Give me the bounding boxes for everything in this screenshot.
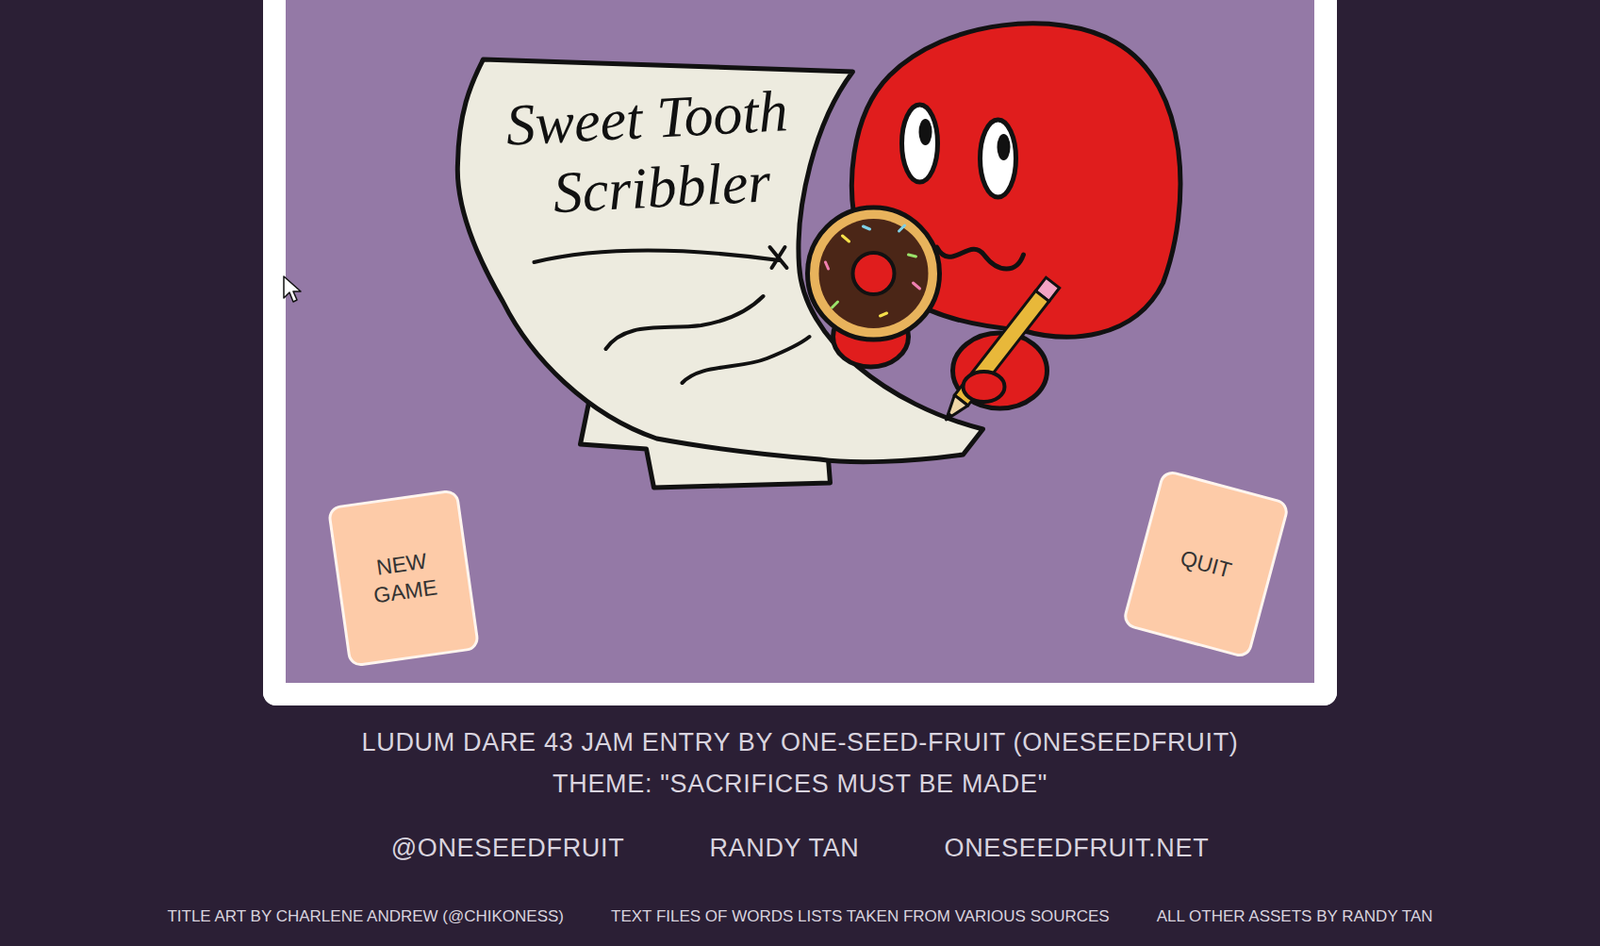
footer-credit: TITLE ART BY CHARLENE ANDREW (@CHIKONESS… (166, 905, 564, 928)
links-row: @ONESEEDFRUIT RANDY TAN ONESEEDFRUIT.NET (391, 829, 1210, 866)
footer-credit: TEXT FILES OF WORDS LISTS TAKEN FROM VAR… (610, 905, 1110, 928)
theme-text: THEME: "SACRIFICES MUST BE MADE" (552, 765, 1048, 802)
game-frame: Sweet ToothScribbler NEW GAMEQUIT (263, 0, 1337, 706)
game-title: Sweet ToothScribbler (465, 73, 831, 232)
menu-row: NEW GAMEQUIT (285, 482, 1315, 683)
credit-link[interactable]: RANDY TAN (709, 829, 859, 866)
mouse-cursor-icon (282, 275, 302, 304)
game-canvas: Sweet ToothScribbler NEW GAMEQUIT (285, 0, 1315, 683)
footer-row: TITLE ART BY CHARLENE ANDREW (@CHIKONESS… (166, 905, 1433, 928)
footer-credit: ALL OTHER ASSETS BY RANDY TAN (1156, 905, 1434, 928)
new-game-button[interactable]: NEW GAME (327, 488, 481, 668)
jam-credit: LUDUM DARE 43 JAM ENTRY BY ONE-SEED-FRUI… (362, 724, 1239, 760)
page: Sweet ToothScribbler NEW GAMEQUIT LUDUM … (0, 0, 1600, 928)
credit-link[interactable]: ONESEEDFRUIT.NET (944, 829, 1210, 866)
credits: LUDUM DARE 43 JAM ENTRY BY ONE-SEED-FRUI… (166, 724, 1433, 928)
quit-button[interactable]: QUIT (1121, 468, 1291, 660)
credit-link[interactable]: @ONESEEDFRUIT (391, 829, 626, 866)
